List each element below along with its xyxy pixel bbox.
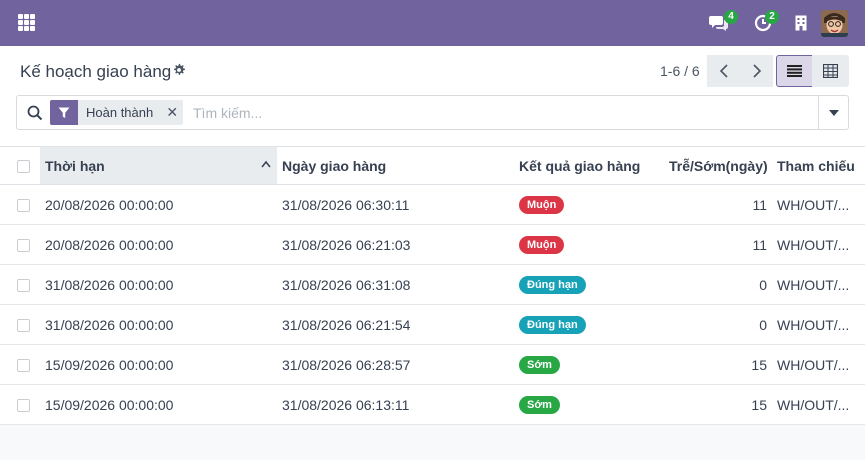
column-header-label: Kết quả giao hàng: [519, 157, 641, 174]
deadline-cell: 31/08/2026 00:00:00: [40, 264, 277, 305]
column-header-label: Thời hạn: [45, 157, 105, 174]
filter-facet-label: Hoàn thành: [86, 105, 154, 120]
delivery-date-cell: 31/08/2026 06:28:57: [277, 344, 514, 385]
deadline-cell: 15/09/2026 00:00:00: [40, 384, 277, 425]
table-header-row: Thời hạn Ngày giao hàng Kết quả giao hàn…: [0, 146, 865, 185]
row-checkbox[interactable]: [17, 199, 30, 213]
column-header-label: Tham chiếu: [777, 157, 855, 174]
table-row[interactable]: 20/08/2026 00:00:00 31/08/2026 06:21:03 Mu…: [0, 224, 865, 265]
deadline-cell: 15/09/2026 00:00:00: [40, 344, 277, 385]
result-badge: Muộn: [519, 236, 565, 254]
search-input[interactable]: [193, 96, 793, 129]
deadline-cell: 31/08/2026 00:00:00: [40, 304, 277, 345]
list-view-button[interactable]: [776, 55, 813, 87]
deadline-cell: 20/08/2026 00:00:00: [40, 184, 277, 225]
column-header-deadline[interactable]: Thời hạn: [40, 146, 277, 185]
row-select-cell: [0, 264, 40, 305]
delivery-date-cell: 31/08/2026 06:31:08: [277, 264, 514, 305]
table-row[interactable]: 31/08/2026 00:00:00 31/08/2026 06:31:08 Đú…: [0, 264, 865, 305]
result-badge: Muộn: [519, 196, 565, 214]
sort-ascending-icon: [261, 160, 271, 168]
table-row[interactable]: 31/08/2026 00:00:00 31/08/2026 06:21:54 Đú…: [0, 304, 865, 345]
result-cell: Đúng hạn: [514, 264, 664, 305]
select-all-checkbox[interactable]: [17, 160, 30, 174]
table-body: 20/08/2026 00:00:00 31/08/2026 06:30:11 Mu…: [0, 184, 865, 425]
gear-icon[interactable]: [172, 63, 186, 77]
apps-menu-icon[interactable]: [18, 14, 35, 31]
reference-cell: WH/OUT/...: [772, 344, 865, 385]
search-options-toggle[interactable]: [818, 96, 848, 129]
column-header-reference[interactable]: Tham chiếu: [772, 146, 865, 185]
company-button[interactable]: [795, 15, 807, 36]
result-cell: Sớm: [514, 384, 664, 425]
column-header-result[interactable]: Kết quả giao hàng: [514, 146, 664, 185]
delivery-date-cell: 31/08/2026 06:30:11: [277, 184, 514, 225]
page-title: Kế hoạch giao hàng: [20, 62, 172, 81]
filter-icon: [50, 100, 78, 125]
table-icon: [823, 64, 838, 78]
reference-cell: WH/OUT/...: [772, 224, 865, 265]
result-badge: Đúng hạn: [519, 276, 586, 294]
row-select-cell: [0, 224, 40, 265]
top-navbar: 4 2: [0, 0, 865, 46]
days-cell: 15: [664, 344, 772, 385]
activities-badge: 2: [765, 10, 779, 24]
table-row[interactable]: 20/08/2026 00:00:00 31/08/2026 06:30:11 Mu…: [0, 184, 865, 225]
column-header-label: Ngày giao hàng: [282, 157, 387, 174]
delivery-date-cell: 31/08/2026 06:21:03: [277, 224, 514, 265]
list-view: Thời hạn Ngày giao hàng Kết quả giao hàn…: [0, 146, 865, 425]
delivery-date-cell: 31/08/2026 06:21:54: [277, 304, 514, 345]
reference-cell: WH/OUT/...: [772, 184, 865, 225]
column-header-delivery-date[interactable]: Ngày giao hàng: [277, 146, 514, 185]
days-cell: 0: [664, 304, 772, 345]
chevron-right-icon: [752, 64, 761, 78]
pager-next-button[interactable]: [740, 55, 773, 87]
pager-value[interactable]: 1-6 / 6: [660, 63, 700, 79]
row-checkbox[interactable]: [17, 239, 30, 253]
result-cell: Muộn: [514, 184, 664, 225]
caret-down-icon: [828, 109, 839, 116]
days-cell: 0: [664, 264, 772, 305]
result-cell: Sớm: [514, 344, 664, 385]
days-cell: 11: [664, 224, 772, 265]
pager-previous-button[interactable]: [707, 55, 740, 87]
search-bar: Hoàn thành ✕: [16, 95, 849, 130]
pivot-view-button[interactable]: [812, 55, 849, 87]
row-checkbox[interactable]: [17, 399, 30, 413]
row-checkbox[interactable]: [17, 279, 30, 293]
row-checkbox[interactable]: [17, 359, 30, 373]
reference-cell: WH/OUT/...: [772, 384, 865, 425]
user-avatar[interactable]: [821, 10, 848, 37]
row-checkbox[interactable]: [17, 319, 30, 333]
chevron-left-icon: [719, 64, 728, 78]
table-row[interactable]: 15/09/2026 00:00:00 31/08/2026 06:13:11 Sớ…: [0, 384, 865, 425]
result-cell: Muộn: [514, 224, 664, 265]
delivery-table: Thời hạn Ngày giao hàng Kết quả giao hàn…: [0, 146, 865, 425]
result-badge: Sớm: [519, 396, 560, 414]
result-badge: Đúng hạn: [519, 316, 586, 334]
deadline-cell: 20/08/2026 00:00:00: [40, 224, 277, 265]
row-select-cell: [0, 344, 40, 385]
row-select-cell: [0, 304, 40, 345]
column-header-label: Trễ/Sớm(ngày): [669, 157, 768, 174]
reference-cell: WH/OUT/...: [772, 304, 865, 345]
result-badge: Sớm: [519, 356, 560, 374]
reference-cell: WH/OUT/...: [772, 264, 865, 305]
search-icon[interactable]: [27, 105, 43, 121]
delivery-date-cell: 31/08/2026 06:13:11: [277, 384, 514, 425]
select-all-cell: [0, 146, 40, 185]
table-row[interactable]: 15/09/2026 00:00:00 31/08/2026 06:28:57 Sớ…: [0, 344, 865, 385]
result-cell: Đúng hạn: [514, 304, 664, 345]
filter-facet[interactable]: Hoàn thành ✕: [50, 100, 184, 125]
building-icon: [795, 15, 807, 31]
days-cell: 11: [664, 184, 772, 225]
days-cell: 15: [664, 384, 772, 425]
list-icon: [787, 65, 802, 77]
column-header-days[interactable]: Trễ/Sớm(ngày): [664, 146, 772, 185]
control-panel: Kế hoạch giao hàng 1-6 / 6 Hoàn thành ✕ …: [0, 46, 865, 146]
row-select-cell: [0, 184, 40, 225]
close-icon[interactable]: ✕: [161, 100, 183, 125]
messages-badge: 4: [724, 10, 738, 24]
row-select-cell: [0, 384, 40, 425]
